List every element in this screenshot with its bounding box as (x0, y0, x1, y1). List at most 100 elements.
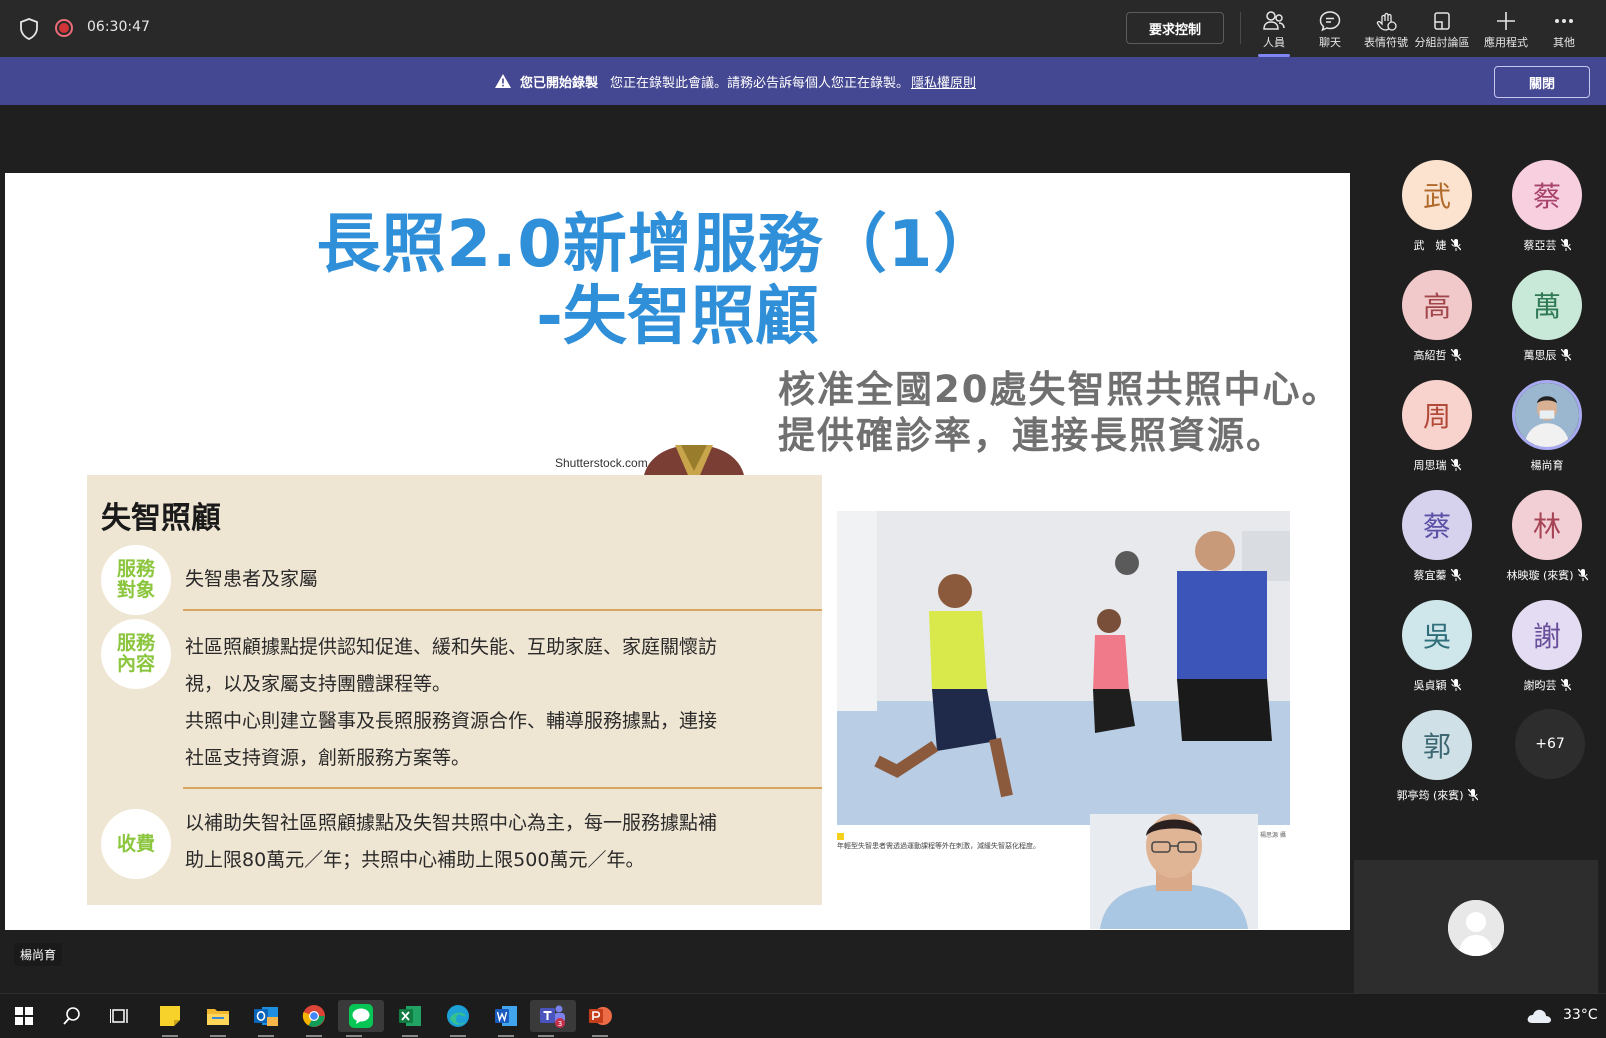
emoji-icon (1376, 12, 1397, 31)
participant-name-text: 蔡亞芸 (1523, 239, 1557, 252)
warning-icon (494, 74, 511, 88)
participant-name-text: 吳貞穎 (1413, 679, 1447, 692)
people-label: 人員 (1263, 36, 1285, 49)
presenter-name-tag: 楊尚育 (14, 943, 63, 966)
participant-tile[interactable]: 高 高紹哲 (1382, 270, 1492, 370)
teams-icon: 3 (540, 1005, 565, 1028)
slide-title-line1-text: 長照2.0新增服務（1） (316, 208, 999, 282)
chrome-taskbar-button[interactable] (298, 1000, 330, 1037)
service-content-line: 社區支持資源，創新服務方案等。 (185, 747, 471, 769)
task-view-icon (110, 1009, 128, 1023)
participant-name: 郭亭筠 (來賓) (1382, 787, 1492, 803)
recording-indicator-icon (55, 19, 73, 37)
participant-name: 萬思辰 (1492, 347, 1602, 363)
mic-off-icon (1467, 789, 1478, 801)
cloud-icon (1527, 1009, 1551, 1023)
slide-subtitle-line2: 提供確診率，連接長照資源。 (778, 414, 1285, 457)
meeting-toolbar: 06:30:47 要求控制 人員 聊天 表情符號 分組討論區 應用程式 其他 (0, 0, 1606, 57)
mic-off-icon (1450, 569, 1461, 581)
start-button[interactable] (8, 1000, 40, 1032)
self-video-tile[interactable] (1354, 860, 1598, 993)
participant-tile[interactable]: 郭 郭亭筠 (來賓) (1382, 710, 1492, 810)
participant-name: 吳貞穎 (1382, 677, 1492, 693)
slide-title-line2: -失智照顧 (536, 280, 819, 354)
service-content-line: 共照中心則建立醫事及長照服務資源合作、輔導服務據點，連接 (185, 710, 718, 732)
badge-fee: 收費 (101, 809, 171, 879)
word-taskbar-button[interactable] (490, 1000, 522, 1037)
participant-name-text: 高紹哲 (1413, 349, 1447, 362)
line-taskbar-button[interactable] (338, 1000, 384, 1037)
chat-button[interactable]: 聊天 (1302, 6, 1358, 54)
search-button[interactable] (56, 1000, 88, 1032)
recording-banner-title: 您已開始錄製 (519, 75, 598, 91)
apps-button[interactable]: 應用程式 (1478, 6, 1534, 54)
card-divider (183, 609, 822, 611)
participant-tile[interactable]: 周 周思瑞 (1382, 380, 1492, 480)
avatar: 周 (1402, 380, 1472, 450)
powerpoint-taskbar-button[interactable] (584, 1000, 616, 1037)
apps-label: 應用程式 (1484, 36, 1528, 49)
more-participants-button[interactable]: +67 (1515, 709, 1585, 779)
sticky-notes-icon (160, 1006, 180, 1026)
close-banner-button[interactable]: 關閉 (1494, 66, 1590, 98)
avatar: 蔡 (1402, 490, 1472, 560)
toolbar-divider (1240, 12, 1241, 44)
more-icon (1555, 19, 1573, 23)
outlook-taskbar-button[interactable] (250, 1000, 282, 1037)
participant-tile[interactable]: 楊尚育 (1492, 380, 1602, 480)
card-divider (183, 787, 822, 789)
plus-icon (1497, 12, 1515, 30)
participant-name: 蔡亞芸 (1492, 237, 1602, 253)
edge-taskbar-button[interactable] (442, 1000, 474, 1037)
teams-taskbar-button[interactable]: 3 (530, 1000, 576, 1037)
breakout-rooms-label: 分組討論區 (1414, 36, 1470, 49)
avatar: 蔡 (1512, 160, 1582, 230)
presentation-slide: 長照2.0新增服務（1） -失智照顧 核准全國20處失智照共照中心。 提供確診率… (5, 173, 1350, 930)
shield-icon[interactable] (18, 17, 40, 41)
sticky-notes-taskbar-button[interactable] (154, 1000, 186, 1037)
recording-banner: 您已開始錄製 您正在錄製此會議。請務必告訴每個人您正在錄製。 隱私權原則 關閉 (0, 57, 1606, 105)
shared-screen-stage: 長照2.0新增服務（1） -失智照顧 核准全國20處失智照共照中心。 提供確診率… (0, 105, 1350, 993)
privacy-policy-link[interactable]: 隱私權原則 (911, 72, 976, 91)
mic-off-icon (1450, 679, 1461, 691)
avatar: 林 (1512, 490, 1582, 560)
dementia-care-card: 失智照顧 服務對象 失智患者及家屬 服務內容 社區照顧據點提供認知促進、緩和失能… (87, 475, 822, 905)
people-button[interactable]: 人員 (1246, 6, 1302, 57)
participant-name-text: 謝昀芸 (1523, 679, 1557, 692)
mic-off-icon (1450, 239, 1461, 251)
file-explorer-taskbar-button[interactable] (202, 1000, 234, 1037)
participant-tile[interactable]: 林 林映璇 (來賓) (1492, 490, 1602, 590)
participant-tile[interactable]: 吳 吳貞穎 (1382, 600, 1492, 700)
svg-text:3: 3 (558, 1020, 562, 1028)
powerpoint-icon (589, 1007, 612, 1025)
outlook-icon (254, 1007, 278, 1026)
reactions-button[interactable]: 表情符號 (1358, 6, 1414, 54)
badge-fee-text: 收費 (116, 832, 155, 855)
breakout-rooms-button[interactable]: 分組討論區 (1414, 6, 1470, 54)
windows-start-icon (15, 1007, 33, 1025)
reactions-label: 表情符號 (1364, 36, 1408, 49)
mic-off-icon (1450, 349, 1461, 361)
edge-icon (447, 1005, 469, 1027)
excel-taskbar-button[interactable] (394, 1000, 426, 1037)
participant-name-text: 蔡宜蓁 (1413, 569, 1447, 582)
chat-label: 聊天 (1319, 36, 1341, 49)
avatar: 郭 (1402, 710, 1472, 780)
badge-service-target: 服務對象 (101, 545, 171, 615)
request-control-button[interactable]: 要求控制 (1126, 12, 1224, 44)
participant-tile[interactable]: 武 武 婕 (1382, 160, 1492, 260)
recording-banner-message: 您正在錄製此會議。請務必告訴每個人您正在錄製。 (609, 75, 909, 91)
weather-temperature[interactable]: 33°C (1563, 1007, 1598, 1023)
task-view-button[interactable] (104, 1000, 136, 1032)
participant-tile[interactable]: 蔡 蔡宜蓁 (1382, 490, 1492, 590)
participant-tile[interactable]: 蔡 蔡亞芸 (1492, 160, 1602, 260)
participant-tile[interactable]: 謝 謝昀芸 (1492, 600, 1602, 700)
service-target-text: 失智患者及家屬 (185, 568, 319, 590)
more-options-button[interactable]: 其他 (1536, 6, 1592, 54)
participant-tile[interactable]: 萬 萬思辰 (1492, 270, 1602, 370)
search-icon (63, 1007, 80, 1025)
service-content-line: 社區照顧據點提供認知促進、緩和失能、互助家庭、家庭關懷訪 (185, 636, 718, 658)
badge-service-target-text: 服務對象 (116, 558, 155, 601)
service-content-text: 社區照顧據點提供認知促進、緩和失能、互助家庭、家庭關懷訪 視，以及家屬支持團體課… (185, 629, 717, 777)
breakout-rooms-icon (1434, 12, 1450, 30)
